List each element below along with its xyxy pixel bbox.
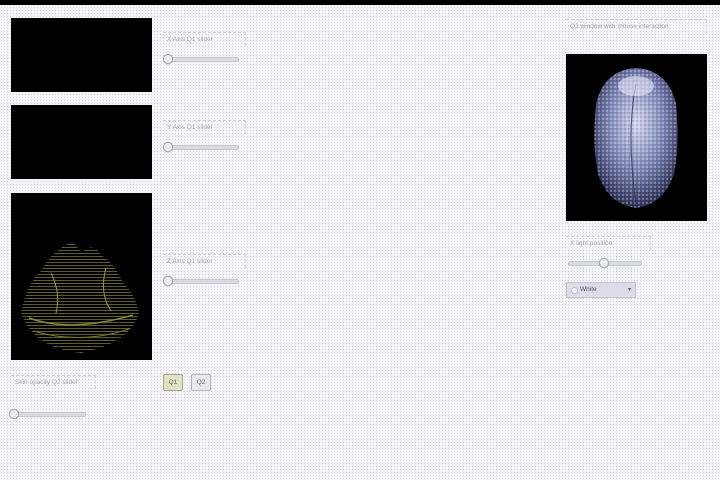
- y-axis-slider-label: Y Axis Q1 slider: [163, 120, 246, 134]
- y-axis-slider-thumb[interactable]: [163, 142, 173, 152]
- render-view-top[interactable]: [11, 18, 152, 92]
- skull-volume-render: [594, 68, 678, 208]
- color-select-value: White: [580, 286, 597, 293]
- select-radio-icon: [571, 287, 578, 294]
- x-axis-slider-track[interactable]: [165, 57, 239, 62]
- q3-window-header: Q3 window with mouse interaction: [566, 19, 707, 33]
- skin-opacity-slider-track[interactable]: [11, 412, 86, 417]
- x-axis-slider-label: X Axis Q1 slider: [163, 32, 246, 46]
- x-axis-slider-thumb[interactable]: [163, 54, 173, 64]
- z-axis-slider-thumb[interactable]: [163, 276, 173, 286]
- q2-button[interactable]: Q2: [191, 374, 211, 391]
- color-select[interactable]: White ▾: [566, 282, 636, 298]
- window-top-border: [0, 0, 720, 5]
- y-axis-slider-track[interactable]: [165, 145, 239, 150]
- q1-button[interactable]: Q1: [163, 374, 183, 391]
- render-view-bottom[interactable]: [11, 193, 152, 360]
- render-view-q3[interactable]: [566, 54, 707, 221]
- z-axis-slider-label: Z Axis Q1 slider: [163, 254, 246, 268]
- skin-opacity-slider-label: Skin opacity Q2 slider: [11, 375, 96, 389]
- z-axis-slider-track[interactable]: [165, 279, 239, 284]
- yellow-volume-render: [21, 242, 139, 353]
- render-view-middle[interactable]: [11, 105, 152, 179]
- skin-opacity-slider-thumb[interactable]: [9, 409, 19, 419]
- chevron-down-icon: ▾: [627, 287, 631, 293]
- x-light-slider-thumb[interactable]: [599, 258, 609, 268]
- x-light-slider-label: X light position: [566, 236, 651, 250]
